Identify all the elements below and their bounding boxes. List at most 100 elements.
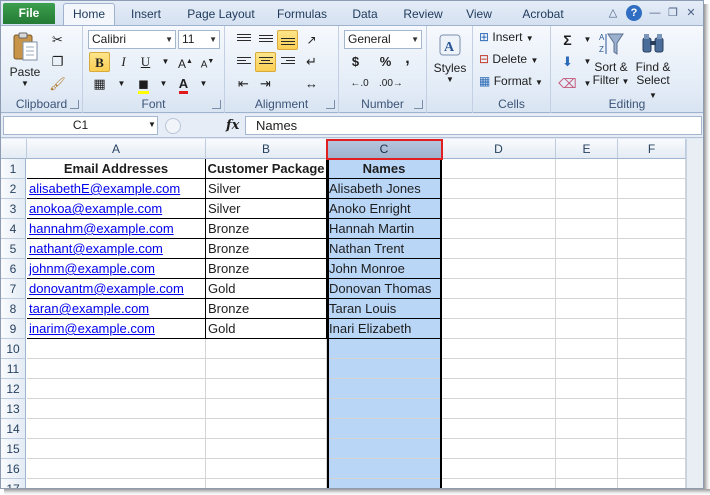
- cell[interactable]: [618, 299, 686, 319]
- cell[interactable]: [206, 479, 327, 488]
- cell[interactable]: [442, 159, 556, 179]
- column-header-e[interactable]: E: [556, 139, 618, 159]
- styles-button[interactable]: A Styles ▼: [431, 32, 469, 84]
- tab-insert[interactable]: Insert: [121, 4, 171, 25]
- cell[interactable]: Bronze: [206, 219, 327, 239]
- align-bottom-button[interactable]: [277, 30, 298, 50]
- increase-decimal-icon[interactable]: ←.0: [349, 74, 370, 94]
- insert-function-icon[interactable]: fx: [226, 118, 239, 133]
- cell[interactable]: [442, 459, 556, 479]
- cell[interactable]: [618, 219, 686, 239]
- currency-button[interactable]: $: [345, 52, 366, 72]
- cell[interactable]: [618, 439, 686, 459]
- cell[interactable]: Gold: [206, 279, 327, 299]
- row-header[interactable]: 2: [1, 179, 26, 199]
- clear-button[interactable]: ⌫: [557, 74, 578, 94]
- align-left-button[interactable]: [233, 52, 254, 72]
- cell[interactable]: [206, 399, 327, 419]
- cell[interactable]: [618, 179, 686, 199]
- cell[interactable]: [556, 239, 618, 259]
- cell[interactable]: [442, 359, 556, 379]
- copy-button[interactable]: ❐: [47, 52, 68, 72]
- row-header[interactable]: 13: [1, 399, 26, 419]
- cell[interactable]: [442, 239, 556, 259]
- italic-button[interactable]: I: [113, 52, 134, 72]
- align-center-button[interactable]: [255, 52, 276, 72]
- row-header[interactable]: 9: [1, 319, 26, 339]
- email-link-cell[interactable]: inarim@example.com: [27, 319, 206, 339]
- decrease-decimal-icon[interactable]: .00→: [379, 74, 403, 94]
- expand-formula-icon[interactable]: [165, 118, 181, 134]
- cell[interactable]: Donovan Thomas: [327, 279, 442, 299]
- borders-button[interactable]: ▦: [89, 74, 110, 94]
- window-minimize-icon[interactable]: —: [647, 5, 663, 21]
- email-link-cell[interactable]: alisabethE@example.com: [27, 179, 206, 199]
- number-format-select[interactable]: General ▼: [344, 30, 422, 49]
- align-middle-button[interactable]: [255, 30, 276, 50]
- fill-button[interactable]: ⬇: [557, 52, 578, 72]
- row-header[interactable]: 12: [1, 379, 26, 399]
- cell[interactable]: [442, 339, 556, 359]
- grow-font-icon[interactable]: A▲: [175, 52, 196, 72]
- bold-button[interactable]: B: [89, 52, 110, 72]
- insert-cells-button[interactable]: ⊞ Insert ▼: [479, 30, 549, 48]
- cell[interactable]: [556, 379, 618, 399]
- cell[interactable]: [618, 279, 686, 299]
- cell[interactable]: [556, 359, 618, 379]
- shrink-font-icon[interactable]: A▼: [197, 52, 218, 72]
- decrease-indent-button[interactable]: ⇤: [233, 74, 254, 94]
- cell[interactable]: [556, 479, 618, 488]
- cell[interactable]: John Monroe: [327, 259, 442, 279]
- font-launcher-icon[interactable]: [212, 100, 221, 109]
- minimize-ribbon-icon[interactable]: △: [605, 5, 621, 21]
- cell[interactable]: [618, 419, 686, 439]
- cell[interactable]: [442, 439, 556, 459]
- cell[interactable]: [442, 479, 556, 488]
- cell[interactable]: [327, 419, 442, 439]
- font-size-select[interactable]: 11 ▼: [178, 30, 220, 49]
- cell[interactable]: Hannah Martin: [327, 219, 442, 239]
- select-all-corner[interactable]: [1, 139, 27, 159]
- align-right-button[interactable]: [277, 52, 298, 72]
- fill-color-dropdown-icon[interactable]: ▼: [153, 74, 174, 94]
- underline-button[interactable]: U: [135, 52, 156, 72]
- cell[interactable]: [556, 419, 618, 439]
- cell[interactable]: [556, 459, 618, 479]
- cell[interactable]: [442, 299, 556, 319]
- cell[interactable]: [556, 279, 618, 299]
- cell[interactable]: [618, 199, 686, 219]
- cell[interactable]: [27, 359, 206, 379]
- email-link-cell[interactable]: taran@example.com: [27, 299, 206, 319]
- cell[interactable]: [556, 299, 618, 319]
- cell[interactable]: [442, 259, 556, 279]
- window-restore-icon[interactable]: ❐: [665, 5, 681, 21]
- cell[interactable]: [556, 159, 618, 179]
- tab-data[interactable]: Data: [341, 4, 389, 25]
- font-color-dropdown-icon[interactable]: ▼: [193, 74, 214, 94]
- cell[interactable]: [442, 319, 556, 339]
- number-launcher-icon[interactable]: [414, 100, 423, 109]
- cell[interactable]: [442, 219, 556, 239]
- cut-button[interactable]: ✂: [47, 30, 68, 50]
- vertical-scrollbar[interactable]: [686, 139, 703, 488]
- cell[interactable]: Anoko Enright: [327, 199, 442, 219]
- cell[interactable]: Silver: [206, 179, 327, 199]
- cell[interactable]: [327, 459, 442, 479]
- paste-button[interactable]: Paste ▼: [7, 30, 43, 88]
- cell[interactable]: [556, 439, 618, 459]
- tab-file[interactable]: File: [3, 3, 55, 24]
- cell[interactable]: [327, 339, 442, 359]
- cell[interactable]: [556, 259, 618, 279]
- delete-cells-button[interactable]: ⊟ Delete ▼: [479, 52, 549, 70]
- row-header[interactable]: 17: [1, 479, 26, 488]
- tab-review[interactable]: Review: [395, 4, 451, 25]
- column-header-c[interactable]: C: [327, 139, 442, 159]
- row-header[interactable]: 14: [1, 419, 26, 439]
- cell[interactable]: [206, 419, 327, 439]
- cell[interactable]: [556, 339, 618, 359]
- tab-page-layout[interactable]: Page Layout: [179, 4, 263, 25]
- cell[interactable]: [618, 459, 686, 479]
- cell[interactable]: Bronze: [206, 299, 327, 319]
- help-icon[interactable]: ?: [626, 5, 642, 21]
- cell[interactable]: [618, 319, 686, 339]
